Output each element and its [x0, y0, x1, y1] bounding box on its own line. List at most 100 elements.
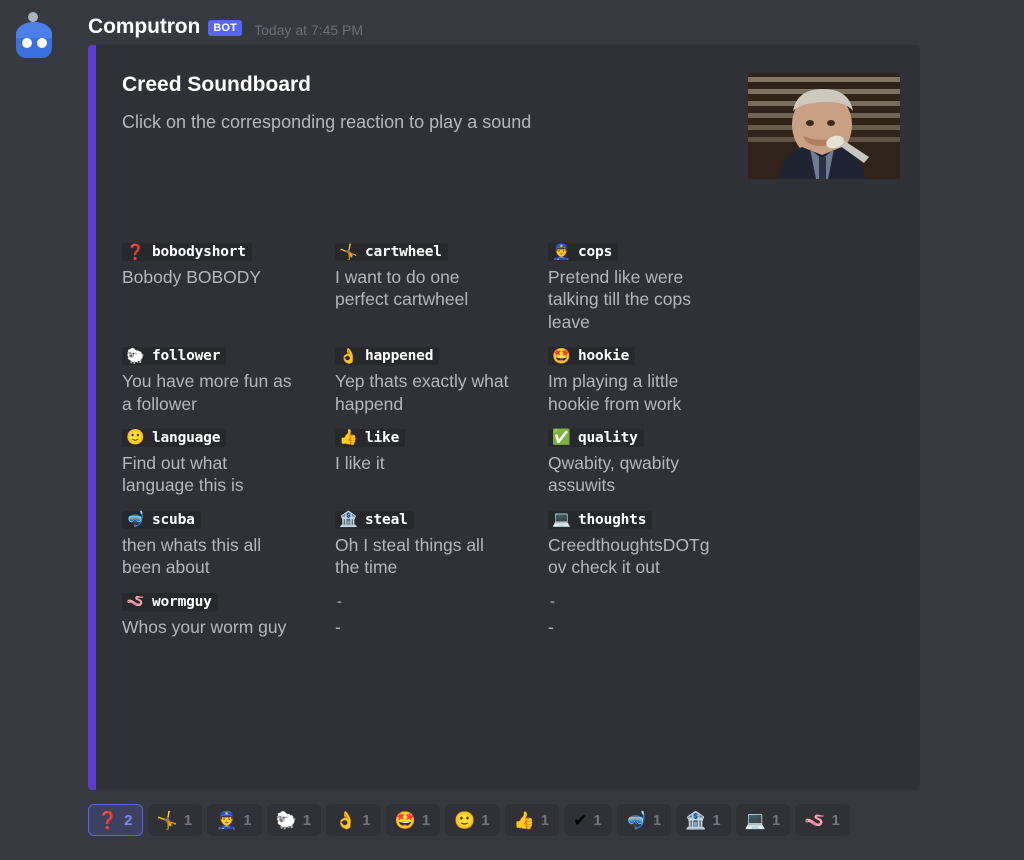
field-value: Bobody BOBODY	[122, 267, 262, 287]
field-name: 🙂 language	[122, 428, 227, 447]
reaction-ok-hand[interactable]: 👌 1	[326, 804, 381, 836]
reaction-count: 1	[481, 811, 490, 829]
reaction-slight-smile[interactable]: 🙂 1	[445, 804, 500, 836]
field-name: -	[548, 593, 561, 611]
field-value: Qwabity, qwabity assuwits	[548, 452, 679, 496]
field-row: 🐑 follower You have more fun as a follower…	[122, 347, 912, 429]
field-value: You have more fun as a follower	[122, 371, 292, 414]
embed-field: 🤩 hookie Im playing a little hookie from w…	[548, 347, 761, 415]
reaction-count: 1	[831, 811, 840, 829]
message-timestamp: Today at 7:45 PM	[254, 22, 364, 38]
thumbs-up-icon: 👍	[339, 428, 358, 447]
reaction-winking-face[interactable]: 🤩 1	[385, 804, 441, 836]
field-row: ❓ bobodyshort Bobody BOBODY 🤸 cartwheel I wan…	[122, 243, 912, 347]
reaction-red-question-mark[interactable]: ❓ 2	[88, 804, 143, 836]
embed-field: 🪱 wormguy Whos your worm guy	[122, 592, 335, 638]
reaction-count: 1	[771, 811, 781, 829]
field-name: -	[335, 593, 348, 611]
bank-icon: 🏦	[685, 810, 707, 830]
avatar[interactable]	[6, 12, 62, 68]
reaction-count: 1	[593, 811, 602, 829]
message-header: Computron BOT Today at 7:45 PM	[0, 0, 1024, 68]
field-name-label: follower	[152, 348, 221, 365]
police-officer-icon: 👮	[216, 810, 238, 830]
reaction-bar: ❓ 2 🤸 1 👮 1 🐑 1 👌 1 🤩 1 🙂 1 👍 1 ✔ 1 🤿 1 🏦 1 💻 1 🪱 1	[88, 804, 850, 836]
embed-field: --	[335, 593, 548, 638]
laptop-icon: 💻	[744, 810, 766, 830]
embed-field: 🏦 steal Oh I steal things all the time	[335, 510, 548, 579]
field-value: -	[548, 616, 554, 637]
diving-mask-icon: 🤿	[126, 510, 145, 529]
discord-message-view: Computron BOT Today at 7:45 PM Creed Sou…	[0, 0, 1024, 860]
field-value: Yep thats exactly what happend	[335, 371, 509, 414]
reaction-police-officer[interactable]: 👮 1	[207, 804, 262, 836]
field-value: Whos your worm guy	[122, 616, 287, 637]
police-officer-icon: 👮	[552, 242, 571, 261]
field-value: then whats this all been about	[122, 534, 262, 578]
reaction-bank[interactable]: 🏦 1	[676, 804, 731, 836]
embed-card: Creed Soundboard Click on the correspond…	[88, 45, 920, 790]
reaction-count: 1	[183, 811, 193, 829]
field-name-label: hookie	[578, 348, 630, 365]
field-name: 💻 thoughts	[548, 510, 653, 529]
field-row: 🪱 wormguy Whos your worm guy - - - -	[122, 592, 912, 652]
field-value: -	[335, 616, 341, 637]
embed-field: 👮 cops Pretend like were talking till the …	[548, 243, 761, 333]
reaction-count: 1	[540, 811, 550, 829]
slight-smile-icon: 🙂	[126, 428, 145, 447]
field-name-label: bobodyshort	[152, 244, 246, 260]
embed-field: ✅ quality Qwabity, qwabity assuwits	[548, 428, 761, 497]
field-value: CreedthoughtsDOTg ov check it out	[548, 534, 710, 578]
field-name-label: -	[337, 593, 342, 610]
reaction-check-mark[interactable]: ✔ 1	[564, 804, 612, 836]
embed-field: 👌 happened Yep thats exactly what happend	[335, 347, 548, 415]
embed-field: 👍 like I like it	[335, 428, 548, 497]
reaction-diving-mask[interactable]: 🤿 1	[616, 804, 672, 836]
reaction-count: 1	[421, 811, 431, 829]
reaction-worm[interactable]: 🪱 1	[795, 804, 850, 836]
red-question-mark-icon: ❓	[97, 810, 119, 830]
green-check-mark-icon: ✅	[552, 428, 571, 447]
field-value: Im playing a little hookie from work	[548, 371, 682, 414]
embed-fields: ❓ bobodyshort Bobody BOBODY 🤸 cartwheel I wan…	[122, 243, 912, 652]
laptop-icon: 💻	[552, 510, 571, 529]
field-value: I like it	[335, 452, 385, 473]
winking-face-icon: 🤩	[552, 346, 571, 365]
ok-hand-icon: 👌	[339, 346, 358, 365]
field-name-label: steal	[365, 511, 408, 528]
embed-thumbnail[interactable]	[748, 73, 900, 179]
field-name: ✅ quality	[548, 428, 644, 447]
reaction-count: 1	[652, 811, 662, 829]
slight-smile-icon: 🙂	[454, 810, 476, 830]
diving-mask-icon: 🤿	[625, 810, 647, 830]
field-name-label: thoughts	[578, 511, 647, 528]
author-name[interactable]: Computron	[88, 15, 200, 39]
reaction-count: 1	[302, 811, 312, 829]
reaction-laptop[interactable]: 💻 1	[735, 804, 791, 836]
field-name: 👌 happened	[335, 346, 440, 366]
winking-face-icon: 🤩	[394, 810, 416, 830]
field-name: 👮 cops	[548, 242, 619, 261]
reaction-cartwheel-person[interactable]: 🤸 1	[147, 804, 203, 836]
field-name-label: -	[550, 593, 555, 610]
ok-hand-icon: 👌	[335, 810, 357, 830]
field-value: Pretend like were talking till the cops …	[548, 267, 691, 332]
field-name: 🤸 cartwheel	[335, 243, 448, 261]
bank-icon: 🏦	[339, 510, 358, 529]
worm-icon: 🪱	[804, 810, 826, 830]
author-row: Computron BOT Today at 7:45 PM	[88, 15, 363, 39]
field-name-label: scuba	[152, 511, 195, 528]
cartwheel-person-icon: 🤸	[339, 242, 358, 261]
worm-icon: 🪱	[126, 592, 145, 611]
field-name-label: wormguy	[152, 593, 212, 610]
red-question-mark-icon: ❓	[126, 242, 145, 261]
embed-field: --	[548, 593, 761, 638]
reaction-sheep[interactable]: 🐑 1	[266, 804, 322, 836]
embed-field: 🙂 language Find out what language this is	[122, 428, 335, 497]
field-name: 👍 like	[335, 428, 406, 447]
field-name: 🪱 wormguy	[122, 592, 218, 611]
reaction-thumbs-up[interactable]: 👍 1	[504, 804, 560, 836]
bot-badge: BOT	[208, 20, 243, 36]
embed-field: 🐑 follower You have more fun as a follower	[122, 347, 335, 415]
embed-field: 🤿 scuba then whats this all been about	[122, 510, 335, 579]
